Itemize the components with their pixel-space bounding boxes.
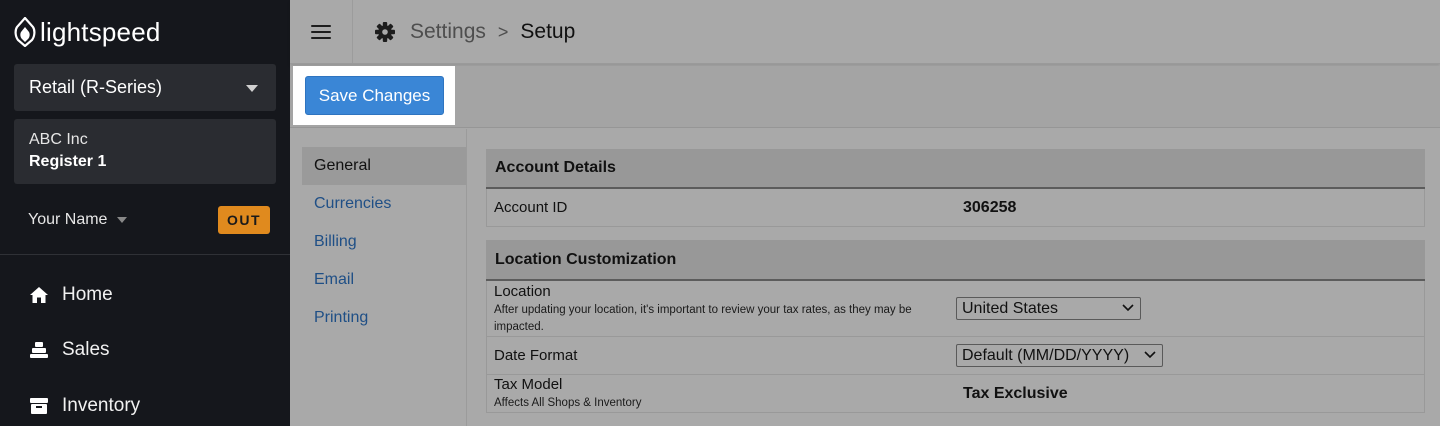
location-row: Location After updating your location, i…: [486, 281, 1425, 337]
breadcrumb-settings-link[interactable]: Settings: [410, 20, 486, 44]
sidebar-item-sales[interactable]: Sales: [28, 335, 110, 365]
brand-name: lightspeed: [40, 16, 161, 47]
register-selector[interactable]: ABC Inc Register 1: [14, 119, 276, 184]
gear-icon: [375, 22, 395, 42]
location-selected-value: United States: [962, 299, 1059, 317]
clock-status-badge[interactable]: OUT: [218, 206, 270, 234]
tab-general[interactable]: General: [302, 147, 466, 185]
menu-toggle-button[interactable]: [290, 0, 353, 63]
account-id-label: Account ID: [494, 199, 568, 216]
sidebar-item-home[interactable]: Home: [28, 280, 113, 310]
caret-down-icon: [117, 217, 128, 223]
settings-content: General Currencies Billing Email Printin…: [290, 129, 1440, 426]
tab-printing[interactable]: Printing: [302, 299, 466, 337]
location-note-continued: impacted.: [494, 321, 544, 333]
save-button-highlight: Save Changes: [293, 66, 455, 125]
brand-logo[interactable]: lightspeed: [14, 14, 161, 50]
sidebar: lightspeed Retail (R-Series) ABC Inc Reg…: [0, 0, 290, 426]
save-changes-button[interactable]: Save Changes: [305, 76, 444, 115]
chevron-down-icon: [1144, 351, 1156, 359]
location-note: After updating your location, it's impor…: [494, 304, 912, 316]
register-icon: [28, 339, 50, 361]
tax-model-row: Tax Model Affects All Shops & Inventory …: [486, 375, 1425, 413]
caret-down-icon: [246, 85, 258, 92]
inventory-icon: [28, 395, 50, 417]
date-format-label: Date Format: [494, 347, 578, 364]
user-name: Your Name: [28, 211, 108, 228]
sidebar-item-label: Sales: [62, 339, 110, 360]
tax-model-value: Tax Exclusive: [963, 385, 1068, 402]
product-selector-label: Retail (R-Series): [29, 77, 163, 97]
account-id-row: Account ID 306258: [486, 189, 1425, 227]
date-format-selected-value: Default (MM/DD/YYYY): [962, 346, 1130, 364]
top-header: Settings > Setup: [290, 0, 1440, 64]
page-title: Setup: [520, 20, 576, 43]
account-id-value: 306258: [963, 199, 1017, 216]
account-details-section: Account Details Account ID 306258: [486, 149, 1425, 227]
sidebar-item-label: Inventory: [62, 395, 141, 416]
date-format-select[interactable]: Default (MM/DD/YYYY): [956, 344, 1163, 367]
user-menu[interactable]: Your Name OUT: [28, 206, 270, 234]
tab-email[interactable]: Email: [302, 261, 466, 299]
action-toolbar: Save Changes: [290, 66, 1440, 128]
tabs-divider: [466, 129, 467, 426]
date-format-row: Date Format Default (MM/DD/YYYY): [486, 337, 1425, 375]
tab-billing[interactable]: Billing: [302, 223, 466, 261]
location-select[interactable]: United States: [956, 297, 1141, 320]
section-title: Account Details: [486, 149, 1425, 189]
chevron-down-icon: [1122, 304, 1134, 312]
breadcrumb-separator: >: [497, 21, 509, 42]
tax-model-note: Affects All Shops & Inventory: [494, 397, 642, 409]
tab-currencies[interactable]: Currencies: [302, 185, 466, 223]
hamburger-icon: [311, 24, 331, 39]
sidebar-item-inventory[interactable]: Inventory: [28, 391, 140, 421]
location-label: Location: [494, 283, 551, 300]
flame-icon: [14, 17, 36, 47]
company-name: ABC Inc: [29, 131, 88, 148]
sidebar-divider: [0, 254, 290, 255]
breadcrumb: Settings > Setup: [374, 18, 575, 46]
product-selector[interactable]: Retail (R-Series): [14, 64, 276, 111]
section-title: Location Customization: [486, 240, 1425, 281]
sidebar-item-label: Home: [62, 284, 113, 305]
tax-model-label: Tax Model: [494, 376, 563, 393]
home-icon: [28, 284, 50, 306]
location-customization-section: Location Customization Location After up…: [486, 240, 1425, 413]
settings-tabs: General Currencies Billing Email Printin…: [302, 147, 466, 337]
register-name: Register 1: [29, 153, 107, 170]
